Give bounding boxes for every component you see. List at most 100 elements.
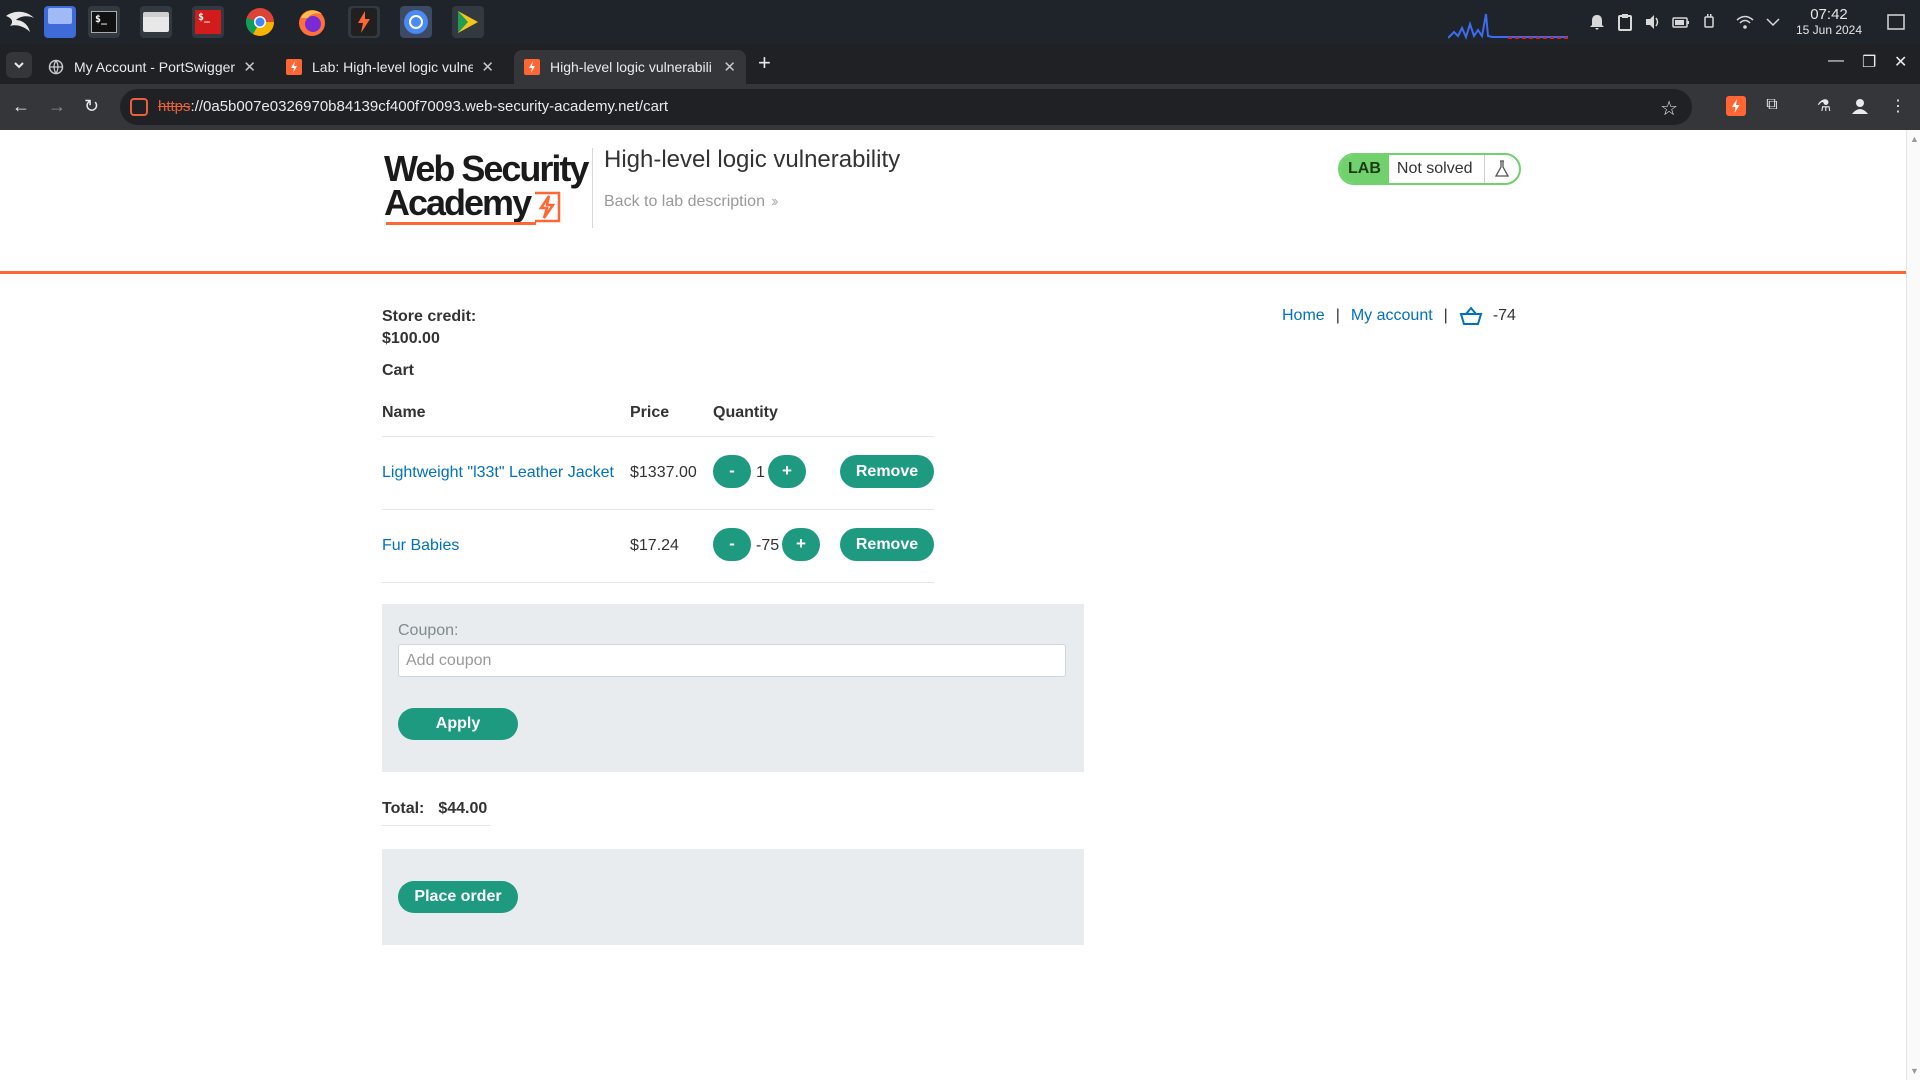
clipboard-icon[interactable] xyxy=(1616,13,1634,31)
chrome-app-icon[interactable] xyxy=(244,6,276,38)
burp-favicon-icon xyxy=(286,59,302,75)
scroll-up-arrow-icon[interactable]: ▲ xyxy=(1910,134,1919,144)
reload-icon[interactable]: ↻ xyxy=(84,96,99,116)
increase-quantity-button[interactable]: + xyxy=(782,528,820,561)
firefox-app-icon[interactable] xyxy=(296,6,328,38)
cpu-monitor-graph xyxy=(1448,13,1568,40)
notifications-icon[interactable] xyxy=(1588,13,1606,31)
cart-table-header: Name Price Quantity xyxy=(382,404,934,424)
burp-suite-icon[interactable] xyxy=(348,6,380,38)
quantity-value: 1 xyxy=(756,464,765,481)
remove-item-button[interactable]: Remove xyxy=(840,528,934,561)
lab-status-text: Not solved xyxy=(1389,155,1486,183)
clock-time: 07:42 xyxy=(1810,6,1848,23)
scroll-down-arrow-icon[interactable]: ▼ xyxy=(1910,1066,1919,1076)
kali-menu-icon[interactable] xyxy=(4,8,38,36)
close-window-icon[interactable]: ✕ xyxy=(1894,52,1907,72)
place-order-panel: Place order xyxy=(382,849,1084,945)
not-secure-icon[interactable] xyxy=(130,98,148,116)
extensions-puzzle-icon[interactable]: ⧉ xyxy=(1762,96,1782,116)
minimize-window-icon[interactable]: — xyxy=(1828,52,1844,70)
wifi-icon[interactable] xyxy=(1736,13,1754,31)
restore-window-icon[interactable]: ❐ xyxy=(1862,52,1876,72)
top-navigation: Home | My account | -74 xyxy=(1282,306,1516,326)
home-link[interactable]: Home xyxy=(1282,307,1325,325)
column-header-quantity: Quantity xyxy=(713,404,778,421)
cart-heading: Cart xyxy=(382,362,415,379)
browser-tab-lab-description[interactable]: Lab: High-level logic vulner ✕ xyxy=(276,50,504,84)
coupon-label: Coupon: xyxy=(398,622,459,639)
show-desktop-icon[interactable] xyxy=(44,6,76,38)
battery-icon[interactable] xyxy=(1672,13,1690,31)
total-label: Total: xyxy=(382,800,425,817)
nav-separator: | xyxy=(1335,307,1340,324)
quantity-value: -75 xyxy=(756,537,780,554)
address-bar[interactable]: https://0a5b007e0326970b84139cf400f70093… xyxy=(120,89,1692,125)
browser-tab-active[interactable]: High-level logic vulnerabili ✕ xyxy=(514,50,746,84)
product-price: $1337.00 xyxy=(630,464,697,481)
terminal-app-icon[interactable]: $_ xyxy=(88,6,120,38)
my-account-link[interactable]: My account xyxy=(1351,307,1433,325)
show-desktop-corner-icon[interactable] xyxy=(1886,12,1906,32)
store-credit-label: Store credit: xyxy=(382,308,477,325)
logo-bolt-icon xyxy=(535,191,561,223)
browser-menu-icon[interactable]: ⋮ xyxy=(1888,96,1908,116)
apply-coupon-button[interactable]: Apply xyxy=(398,708,518,740)
back-link-label: Back to lab description xyxy=(604,193,765,210)
close-tab-icon[interactable]: ✕ xyxy=(243,58,256,76)
file-manager-icon[interactable] xyxy=(140,6,172,38)
product-link[interactable]: Fur Babies xyxy=(382,537,459,555)
page-scrollbar[interactable]: ▲ ▼ xyxy=(1906,130,1920,1080)
url-path: ://0a5b007e0326970b84139cf400f70093.web-… xyxy=(190,98,669,115)
increase-quantity-button[interactable]: + xyxy=(768,455,806,488)
nav-separator: | xyxy=(1443,307,1448,324)
logo-line-2: Academy xyxy=(384,182,532,223)
volume-icon[interactable] xyxy=(1644,13,1662,31)
order-total: Total: $44.00 xyxy=(382,800,490,826)
academy-header: Web Security Academy High-level logic vu… xyxy=(0,130,1906,274)
browser-tab-my-account[interactable]: My Account - PortSwigger ✕ xyxy=(38,50,266,84)
burp-favicon-icon xyxy=(524,59,540,75)
decrease-quantity-button[interactable]: - xyxy=(713,528,751,561)
close-tab-icon[interactable]: ✕ xyxy=(723,58,736,76)
lab-title: High-level logic vulnerability xyxy=(604,146,901,173)
tab-title: My Account - PortSwigger xyxy=(74,59,236,75)
page-viewport: Web Security Academy High-level logic vu… xyxy=(0,130,1906,1080)
double-chevron-right-icon: ›› xyxy=(770,193,778,210)
system-clock[interactable]: 07:42 15 Jun 2024 xyxy=(1786,6,1872,38)
clock-date: 15 Jun 2024 xyxy=(1795,23,1863,37)
burp-extension-icon[interactable] xyxy=(1726,96,1746,116)
column-header-name: Name xyxy=(382,404,426,421)
media-app-icon[interactable] xyxy=(452,6,484,38)
new-tab-button[interactable]: + xyxy=(758,50,771,76)
url-text[interactable]: https://0a5b007e0326970b84139cf400f70093… xyxy=(158,98,668,115)
coupon-input[interactable] xyxy=(398,644,1066,677)
forward-arrow-icon[interactable]: → xyxy=(48,96,66,116)
back-to-lab-description-link[interactable]: Back to lab description ›› xyxy=(604,193,778,211)
tab-search-button[interactable] xyxy=(6,52,32,78)
bookmark-star-icon[interactable]: ☆ xyxy=(1660,96,1678,121)
store-credit: Store credit: $100.00 xyxy=(382,306,476,350)
power-plug-icon[interactable] xyxy=(1700,13,1718,31)
flask-icon[interactable]: ⚗ xyxy=(1814,96,1834,116)
decrease-quantity-button[interactable]: - xyxy=(713,455,751,488)
cart-row: Lightweight "l33t" Leather Jacket $1337.… xyxy=(382,437,934,510)
remove-item-button[interactable]: Remove xyxy=(840,455,934,488)
url-scheme: https xyxy=(158,98,191,115)
chromium-app-icon[interactable] xyxy=(400,6,432,38)
product-link[interactable]: Lightweight "l33t" Leather Jacket xyxy=(382,464,614,482)
close-tab-icon[interactable]: ✕ xyxy=(481,58,494,76)
web-security-academy-logo[interactable]: Web Security Academy xyxy=(384,148,589,228)
cart-row: Fur Babies $17.24 - -75 + Remove xyxy=(382,510,934,583)
tab-title: High-level logic vulnerabili xyxy=(550,59,712,75)
profile-icon[interactable] xyxy=(1850,96,1870,116)
os-taskbar: $_ $_ 07:42 15 Jun 2024 xyxy=(0,0,1920,44)
cart-basket-icon[interactable] xyxy=(1459,306,1483,326)
product-price: $17.24 xyxy=(630,537,679,554)
root-terminal-icon[interactable]: $_ xyxy=(192,6,224,38)
cart-table: Name Price Quantity Lightweight "l33t" L… xyxy=(382,404,934,583)
chevron-down-icon[interactable] xyxy=(1764,13,1782,31)
back-arrow-icon[interactable]: ← xyxy=(12,96,30,116)
cart-count[interactable]: -74 xyxy=(1493,307,1516,325)
place-order-button[interactable]: Place order xyxy=(398,881,518,913)
